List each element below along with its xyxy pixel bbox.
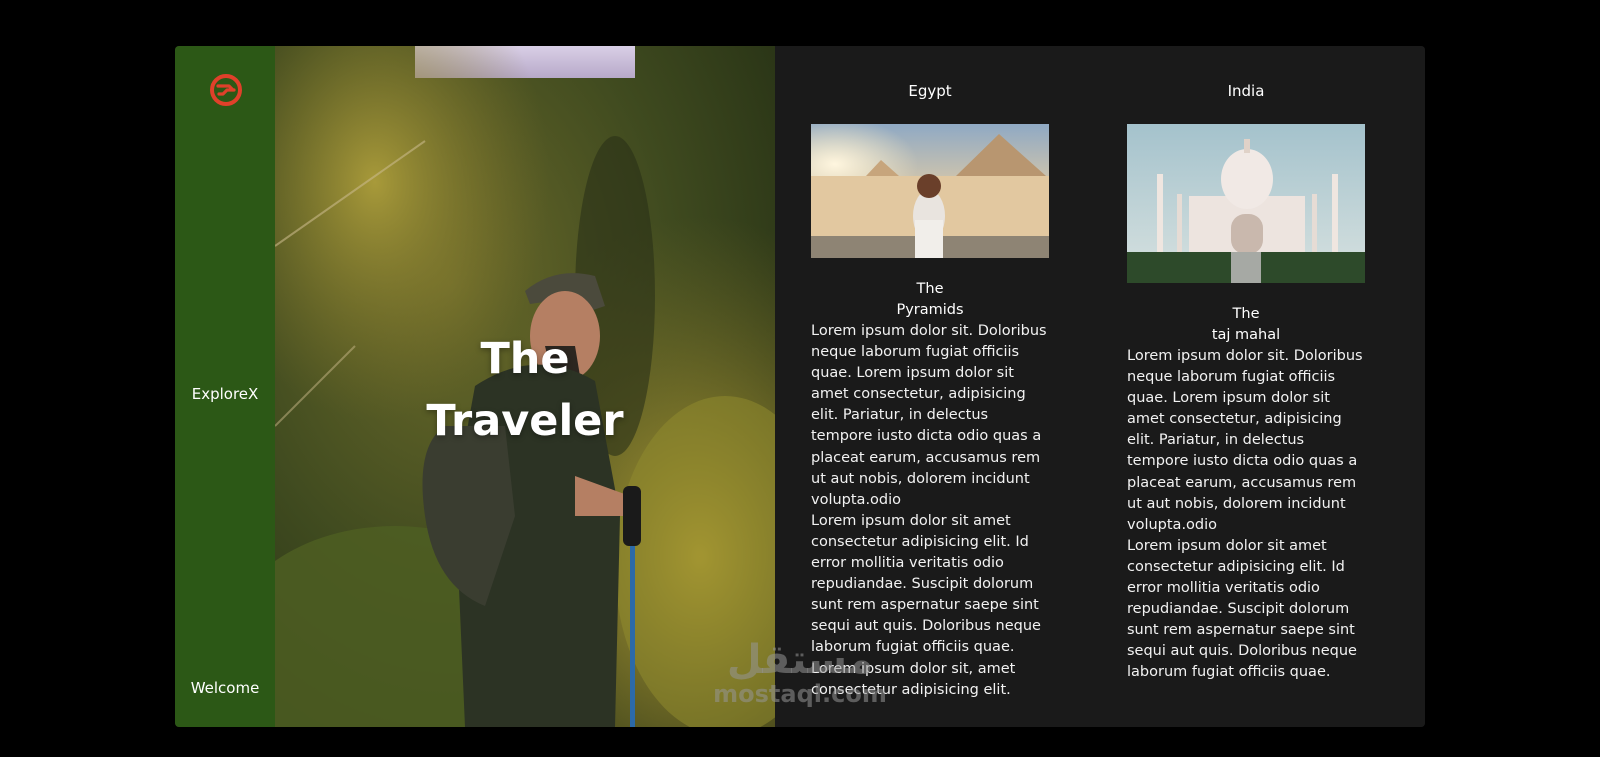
pyramids-image [811, 124, 1049, 258]
place-title-line2: taj mahal [1211, 327, 1281, 343]
description: Lorem ipsum dolor sit. Doloribus neque l… [1127, 346, 1367, 684]
place-title: The Pyramids [811, 279, 1049, 321]
paragraph: Lorem ipsum dolor sit amet consectetur a… [1127, 537, 1357, 681]
hero-title-line2: Traveler [426, 396, 624, 446]
place-title-line1: The [916, 281, 944, 297]
paragraph: Lorem ipsum dolor sit amet consectetur a… [811, 512, 1041, 656]
paragraph: Lorem ipsum dolor sit. Doloribus neque l… [1127, 348, 1363, 533]
destinations-panel: Egypt The Pyramids Lorem ipsum dolor sit… [775, 46, 1425, 727]
description: Lorem ipsum dolor sit. Doloribus neque l… [811, 321, 1051, 701]
country-title: Egypt [908, 82, 952, 100]
country-title: India [1227, 82, 1265, 100]
sidebar: ExploreX Welcome [175, 46, 275, 727]
brand-name[interactable]: ExploreX [175, 385, 275, 403]
hero-image: The Traveler [275, 46, 775, 727]
welcome-link[interactable]: Welcome [175, 679, 275, 697]
app-frame: ExploreX Welcome The Traveler Egypt The … [175, 46, 1425, 727]
brand-logo-icon[interactable] [209, 73, 243, 107]
paragraph: Lorem ipsum dolor sit, amet consectetur … [811, 660, 1016, 698]
place-title-line2: Pyramids [896, 302, 964, 318]
hero-title: The Traveler [275, 328, 775, 452]
paragraph: Lorem ipsum dolor sit. Doloribus neque l… [811, 323, 1047, 508]
place-title: The taj mahal [1127, 304, 1365, 346]
taj-mahal-image [1127, 124, 1365, 283]
place-title-line1: The [1232, 306, 1260, 322]
hero-title-line1: The [480, 334, 570, 384]
